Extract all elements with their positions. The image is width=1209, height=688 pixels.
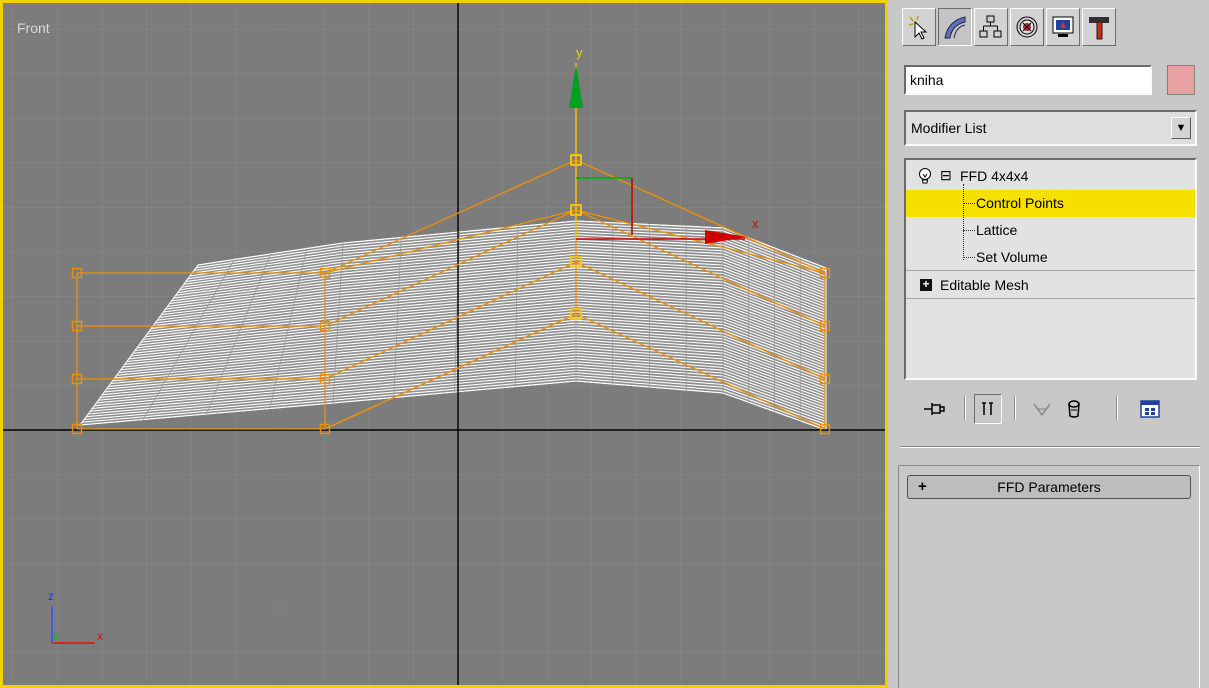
- stack-subitem-set-volume[interactable]: Set Volume: [906, 244, 1195, 271]
- tree-connector: [963, 230, 975, 231]
- motion-icon: [1016, 16, 1038, 38]
- tree-connector: [963, 257, 975, 258]
- hierarchy-icon: [979, 15, 1002, 38]
- remove-modifier-button[interactable]: [1060, 394, 1088, 424]
- show-end-result-button[interactable]: [974, 394, 1002, 424]
- modifier-list-dropdown[interactable]: Modifier List ▼: [904, 110, 1197, 146]
- tab-create[interactable]: [902, 8, 936, 46]
- viewport-label[interactable]: Front: [17, 20, 50, 36]
- stack-subitem-label: Lattice: [976, 222, 1018, 238]
- toolbar-separator: [964, 396, 966, 420]
- gizmo-y-label: y: [576, 45, 583, 60]
- rollout-title: FFD Parameters: [997, 479, 1101, 495]
- rollout-area: + FFD Parameters: [898, 465, 1200, 688]
- chevron-down-icon[interactable]: ▼: [1171, 117, 1191, 139]
- axis-tripod: z y x: [48, 589, 103, 644]
- stack-item-label: Editable Mesh: [940, 277, 1029, 293]
- tripod-y-label: y: [53, 631, 59, 643]
- panel-divider: [900, 446, 1200, 448]
- stack-item-label: FFD 4x4x4: [960, 168, 1029, 184]
- modify-icon: [944, 16, 966, 39]
- toolbar-separator: [1116, 396, 1118, 420]
- stack-item-editable-mesh[interactable]: + Editable Mesh: [906, 272, 1195, 299]
- stack-subitem-label: Control Points: [976, 195, 1064, 211]
- trash-icon: [1068, 400, 1080, 418]
- tab-motion[interactable]: [1010, 8, 1044, 46]
- object-color-swatch[interactable]: [1167, 65, 1195, 95]
- viewport-canvas[interactable]: y x z y x: [3, 3, 885, 685]
- tripod-z-label: z: [48, 589, 54, 603]
- tripod-x-label: x: [97, 629, 103, 643]
- lightbulb-icon[interactable]: [918, 167, 932, 185]
- command-panel: kniha Modifier List ▼ ⊟ FFD 4x4x4 Contro…: [888, 0, 1209, 688]
- display-icon: [1052, 16, 1074, 37]
- tab-hierarchy[interactable]: [974, 8, 1008, 46]
- tab-display[interactable]: [1046, 8, 1080, 46]
- configure-modifier-sets-button[interactable]: [1136, 394, 1164, 424]
- pin-stack-button[interactable]: [920, 394, 948, 424]
- pin-icon: [924, 403, 945, 415]
- modifier-stack[interactable]: ⊟ FFD 4x4x4 Control Points Lattice Set V…: [904, 158, 1197, 380]
- tree-connector: [963, 184, 964, 260]
- collapse-icon[interactable]: ⊟: [940, 167, 952, 184]
- configure-modifier-sets-icon: [1140, 400, 1160, 418]
- create-icon: [908, 15, 928, 40]
- transform-gizmo[interactable]: y x: [569, 45, 759, 244]
- stack-subitem-label: Set Volume: [976, 249, 1048, 265]
- make-unique-button[interactable]: [1028, 394, 1056, 424]
- ffd-parameters-rollout[interactable]: + FFD Parameters: [907, 475, 1191, 499]
- toolbar-separator: [1014, 396, 1016, 420]
- show-end-result-icon: [982, 402, 993, 415]
- front-viewport[interactable]: y x z y x Front: [0, 0, 888, 688]
- stack-subitem-lattice[interactable]: Lattice: [906, 217, 1195, 244]
- tree-connector: [963, 203, 975, 204]
- stack-item-ffd[interactable]: ⊟ FFD 4x4x4: [906, 163, 1195, 190]
- tab-utilities[interactable]: [1082, 8, 1116, 46]
- tab-modify[interactable]: [938, 8, 972, 46]
- stack-subitem-control-points[interactable]: Control Points: [906, 190, 1195, 217]
- gizmo-x-label: x: [752, 216, 759, 231]
- modifier-list-label: Modifier List: [911, 120, 987, 136]
- make-unique-icon: [1033, 403, 1051, 417]
- object-name-field[interactable]: kniha: [904, 65, 1152, 95]
- utilities-icon: [1089, 17, 1109, 40]
- gizmo-y-arrow[interactable]: [569, 65, 583, 108]
- expand-icon[interactable]: +: [920, 278, 932, 291]
